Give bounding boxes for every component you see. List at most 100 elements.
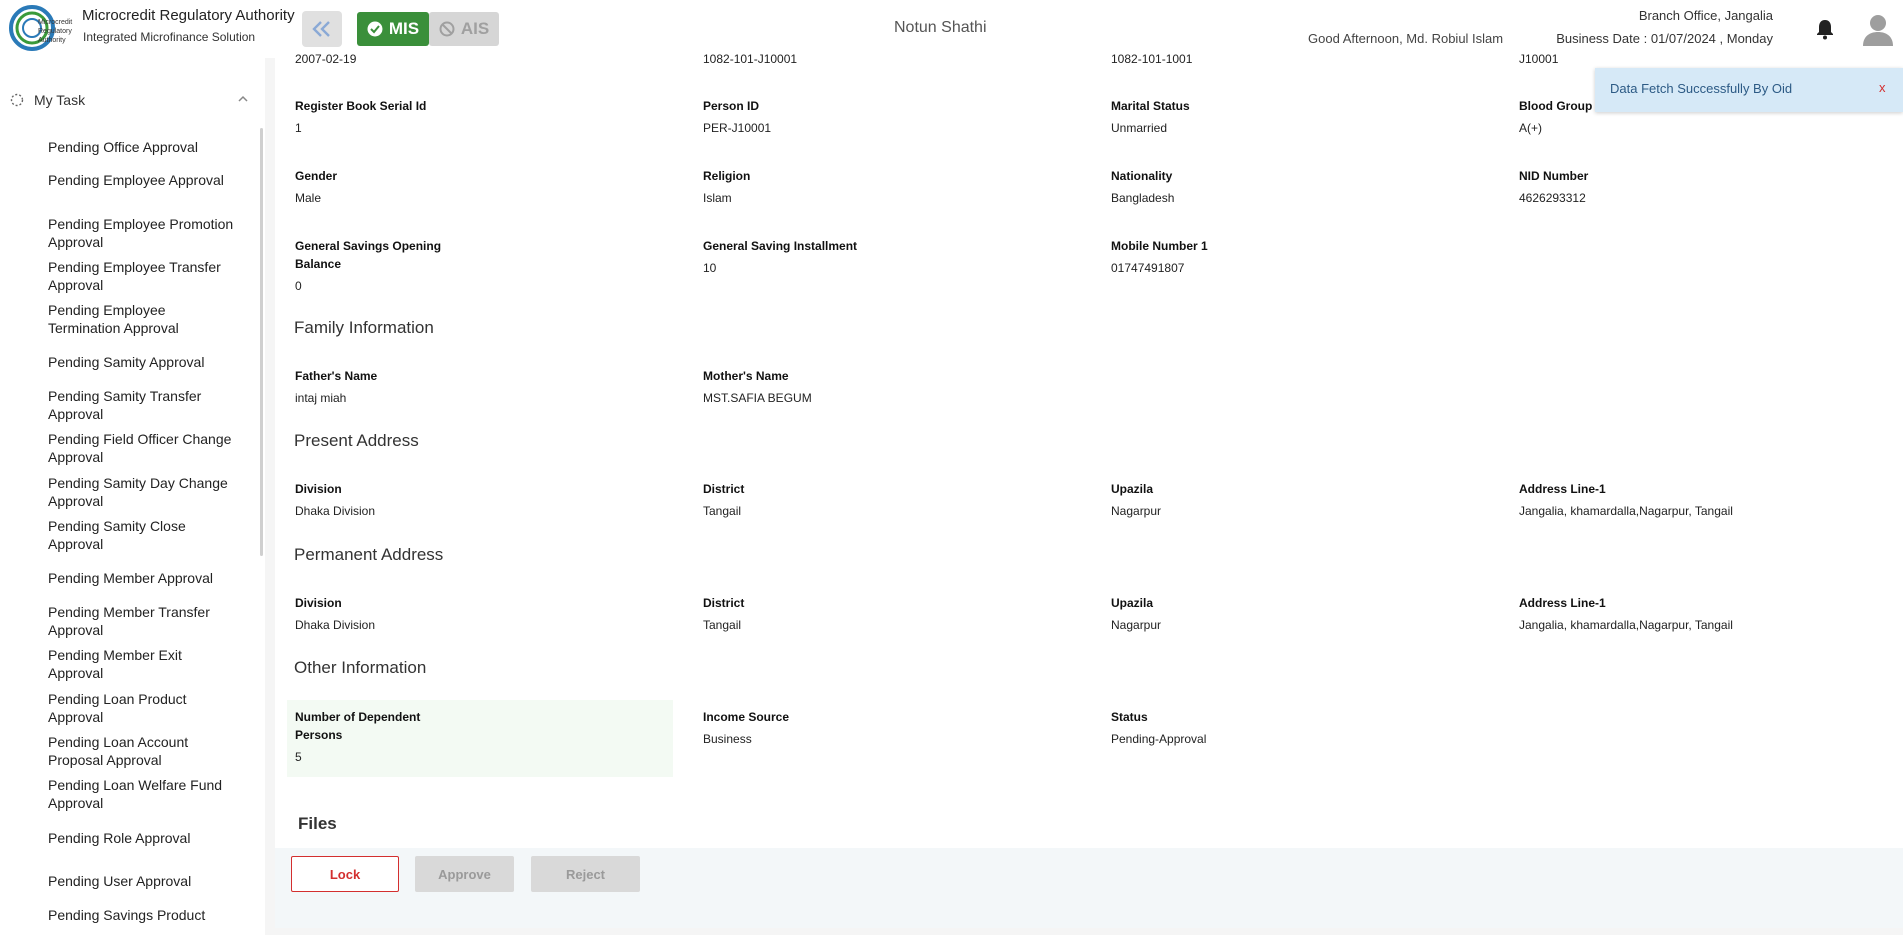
sidebar-item-pending-employee-approval[interactable]: Pending Employee Approval [48, 171, 238, 189]
user-greeting: Good Afternoon, Md. Robiul Islam [1308, 31, 1504, 46]
ais-module-button[interactable]: AIS [429, 12, 499, 46]
gs-opening-balance-label-line1: General Savings Opening [295, 239, 442, 253]
permanent-district-value: Tangail [703, 618, 742, 632]
member-details-panel: 2007-02-19 1082-101-J10001 1082-101-1001… [275, 52, 1903, 928]
sidebar-item-pending-savings-product[interactable]: Pending Savings Product [48, 906, 238, 924]
sidebar-item-pending-member-exit-approval[interactable]: Pending Member Exit Approval [48, 646, 238, 682]
dependents-label-line2: Persons [295, 728, 343, 742]
permanent-address-line-1-label: Address Line-1 [1519, 596, 1606, 610]
gs-opening-balance-label-line2: Balance [295, 257, 342, 271]
sidebar-item-pending-samity-approval[interactable]: Pending Samity Approval [48, 353, 238, 371]
sidebar-item-pending-office-approval[interactable]: Pending Office Approval [48, 138, 238, 156]
top-row-value-4: J10001 [1519, 52, 1559, 66]
mis-module-button[interactable]: MIS [357, 12, 429, 46]
top-row-value-2: 1082-101-J10001 [703, 52, 798, 66]
sidebar-item-pending-member-approval[interactable]: Pending Member Approval [48, 569, 238, 587]
blood-group-value: A(+) [1519, 121, 1543, 135]
nid-number-value: 4626293312 [1519, 191, 1586, 205]
nationality-value: Bangladesh [1111, 191, 1175, 205]
permanent-division-value: Dhaka Division [295, 618, 376, 632]
reject-button[interactable]: Reject [531, 856, 640, 892]
status-value: Pending-Approval [1111, 732, 1207, 746]
sidebar-item-pending-loan-account-proposal-approval[interactable]: Pending Loan Account Proposal Approval [48, 733, 238, 769]
religion-value: Islam [703, 191, 732, 205]
permanent-upazila-value: Nagarpur [1111, 618, 1162, 632]
sidebar: My Task Pending Office Approval Pending … [0, 58, 265, 935]
files-title: Files [298, 814, 337, 833]
sidebar-item-pending-employee-transfer-approval[interactable]: Pending Employee Transfer Approval [48, 258, 238, 294]
check-circle-icon [367, 21, 383, 37]
success-toast: Data Fetch Successfully By Oid x [1595, 68, 1903, 112]
top-row-value-3: 1082-101-1001 [1111, 52, 1193, 66]
sidebar-item-pending-loan-product-approval[interactable]: Pending Loan Product Approval [48, 690, 238, 726]
sidebar-item-pending-samity-close-approval[interactable]: Pending Samity Close Approval [48, 517, 238, 553]
lock-button[interactable]: Lock [291, 856, 399, 892]
mobile-number-1-value: 01747491807 [1111, 261, 1185, 275]
sidebar-item-pending-loan-welfare-fund-approval[interactable]: Pending Loan Welfare Fund Approval [48, 776, 238, 812]
nationality-label: Nationality [1111, 169, 1173, 183]
app-title: Microcredit Regulatory Authority [82, 7, 295, 24]
toast-message: Data Fetch Successfully By Oid [1610, 81, 1793, 96]
sidebar-item-pending-role-approval[interactable]: Pending Role Approval [48, 829, 238, 847]
register-book-serial-id-label: Register Book Serial Id [295, 99, 427, 113]
branch-office: Branch Office, Jangalia [1638, 8, 1773, 23]
notification-bell-icon[interactable] [1815, 18, 1835, 40]
marital-status-label: Marital Status [1111, 99, 1190, 113]
present-address-line-1-value: Jangalia, khamardalla,Nagarpur, Tangail [1519, 504, 1733, 518]
present-division-value: Dhaka Division [295, 504, 376, 518]
family-information-title: Family Information [294, 318, 434, 337]
income-source-label: Income Source [703, 710, 790, 724]
marital-status-value: Unmarried [1111, 121, 1168, 135]
person-id-value: PER-J10001 [703, 121, 772, 135]
permanent-address-title: Permanent Address [294, 545, 444, 564]
dependents-value: 5 [295, 750, 302, 764]
permanent-address-line-1-value: Jangalia, khamardalla,Nagarpur, Tangail [1519, 618, 1733, 632]
dotted-circle-icon [10, 93, 24, 107]
present-district-value: Tangail [703, 504, 742, 518]
svg-text:Regulatory: Regulatory [38, 28, 72, 35]
present-district-label: District [703, 482, 745, 496]
block-icon [439, 21, 455, 37]
sidebar-item-pending-samity-day-change-approval[interactable]: Pending Samity Day Change Approval [48, 474, 238, 510]
organization-name: Notun Shathi [894, 19, 987, 36]
person-id-label: Person ID [703, 99, 760, 113]
sidebar-item-pending-samity-transfer-approval[interactable]: Pending Samity Transfer Approval [48, 387, 238, 423]
sidebar-my-task[interactable]: My Task [10, 92, 85, 108]
sidebar-item-pending-member-transfer-approval[interactable]: Pending Member Transfer Approval [48, 603, 238, 639]
nid-number-label: NID Number [1519, 169, 1589, 183]
present-upazila-value: Nagarpur [1111, 504, 1162, 518]
sidebar-item-pending-employee-termination-approval[interactable]: Pending Employee Termination Approval [48, 301, 238, 337]
action-bar: Lock Approve Reject [275, 848, 1903, 928]
blood-group-label: Blood Group [1519, 99, 1593, 113]
gs-installment-value: 10 [703, 261, 717, 275]
dependents-label-line1: Number of Dependent [295, 710, 421, 724]
status-label: Status [1111, 710, 1148, 724]
mra-logo-icon: Microcredit Regulatory Authority [9, 5, 72, 51]
present-division-label: Division [295, 482, 342, 496]
top-header: Microcredit Regulatory Authority Microcr… [0, 0, 1903, 58]
mis-label: MIS [388, 19, 420, 38]
sidebar-collapse-button[interactable] [302, 11, 342, 47]
approve-button[interactable]: Approve [415, 856, 514, 892]
religion-label: Religion [703, 169, 751, 183]
my-task-label: My Task [34, 92, 86, 108]
mother-name-value: MST.SAFIA BEGUM [703, 391, 812, 405]
register-book-serial-id-value: 1 [295, 121, 302, 135]
sidebar-item-pending-user-approval[interactable]: Pending User Approval [48, 872, 238, 890]
sidebar-item-pending-employee-promotion-approval[interactable]: Pending Employee Promotion Approval [48, 215, 238, 251]
mother-name-label: Mother's Name [703, 369, 789, 383]
user-avatar-icon[interactable] [1862, 13, 1894, 47]
gender-label: Gender [295, 169, 338, 183]
app-subtitle: Integrated Microfinance Solution [83, 30, 256, 44]
sidebar-item-pending-field-officer-change-approval[interactable]: Pending Field Officer Change Approval [48, 430, 238, 466]
double-chevron-left-icon [312, 21, 330, 37]
chevron-up-icon[interactable] [236, 92, 250, 106]
present-upazila-label: Upazila [1111, 482, 1154, 496]
sidebar-scrollbar[interactable] [260, 128, 263, 556]
toast-close-button[interactable]: x [1879, 80, 1886, 95]
permanent-division-label: Division [295, 596, 342, 610]
gs-installment-label: General Saving Installment [703, 239, 858, 253]
top-row-value-1: 2007-02-19 [295, 52, 357, 66]
present-address-title: Present Address [294, 431, 419, 450]
mobile-number-1-label: Mobile Number 1 [1111, 239, 1208, 253]
